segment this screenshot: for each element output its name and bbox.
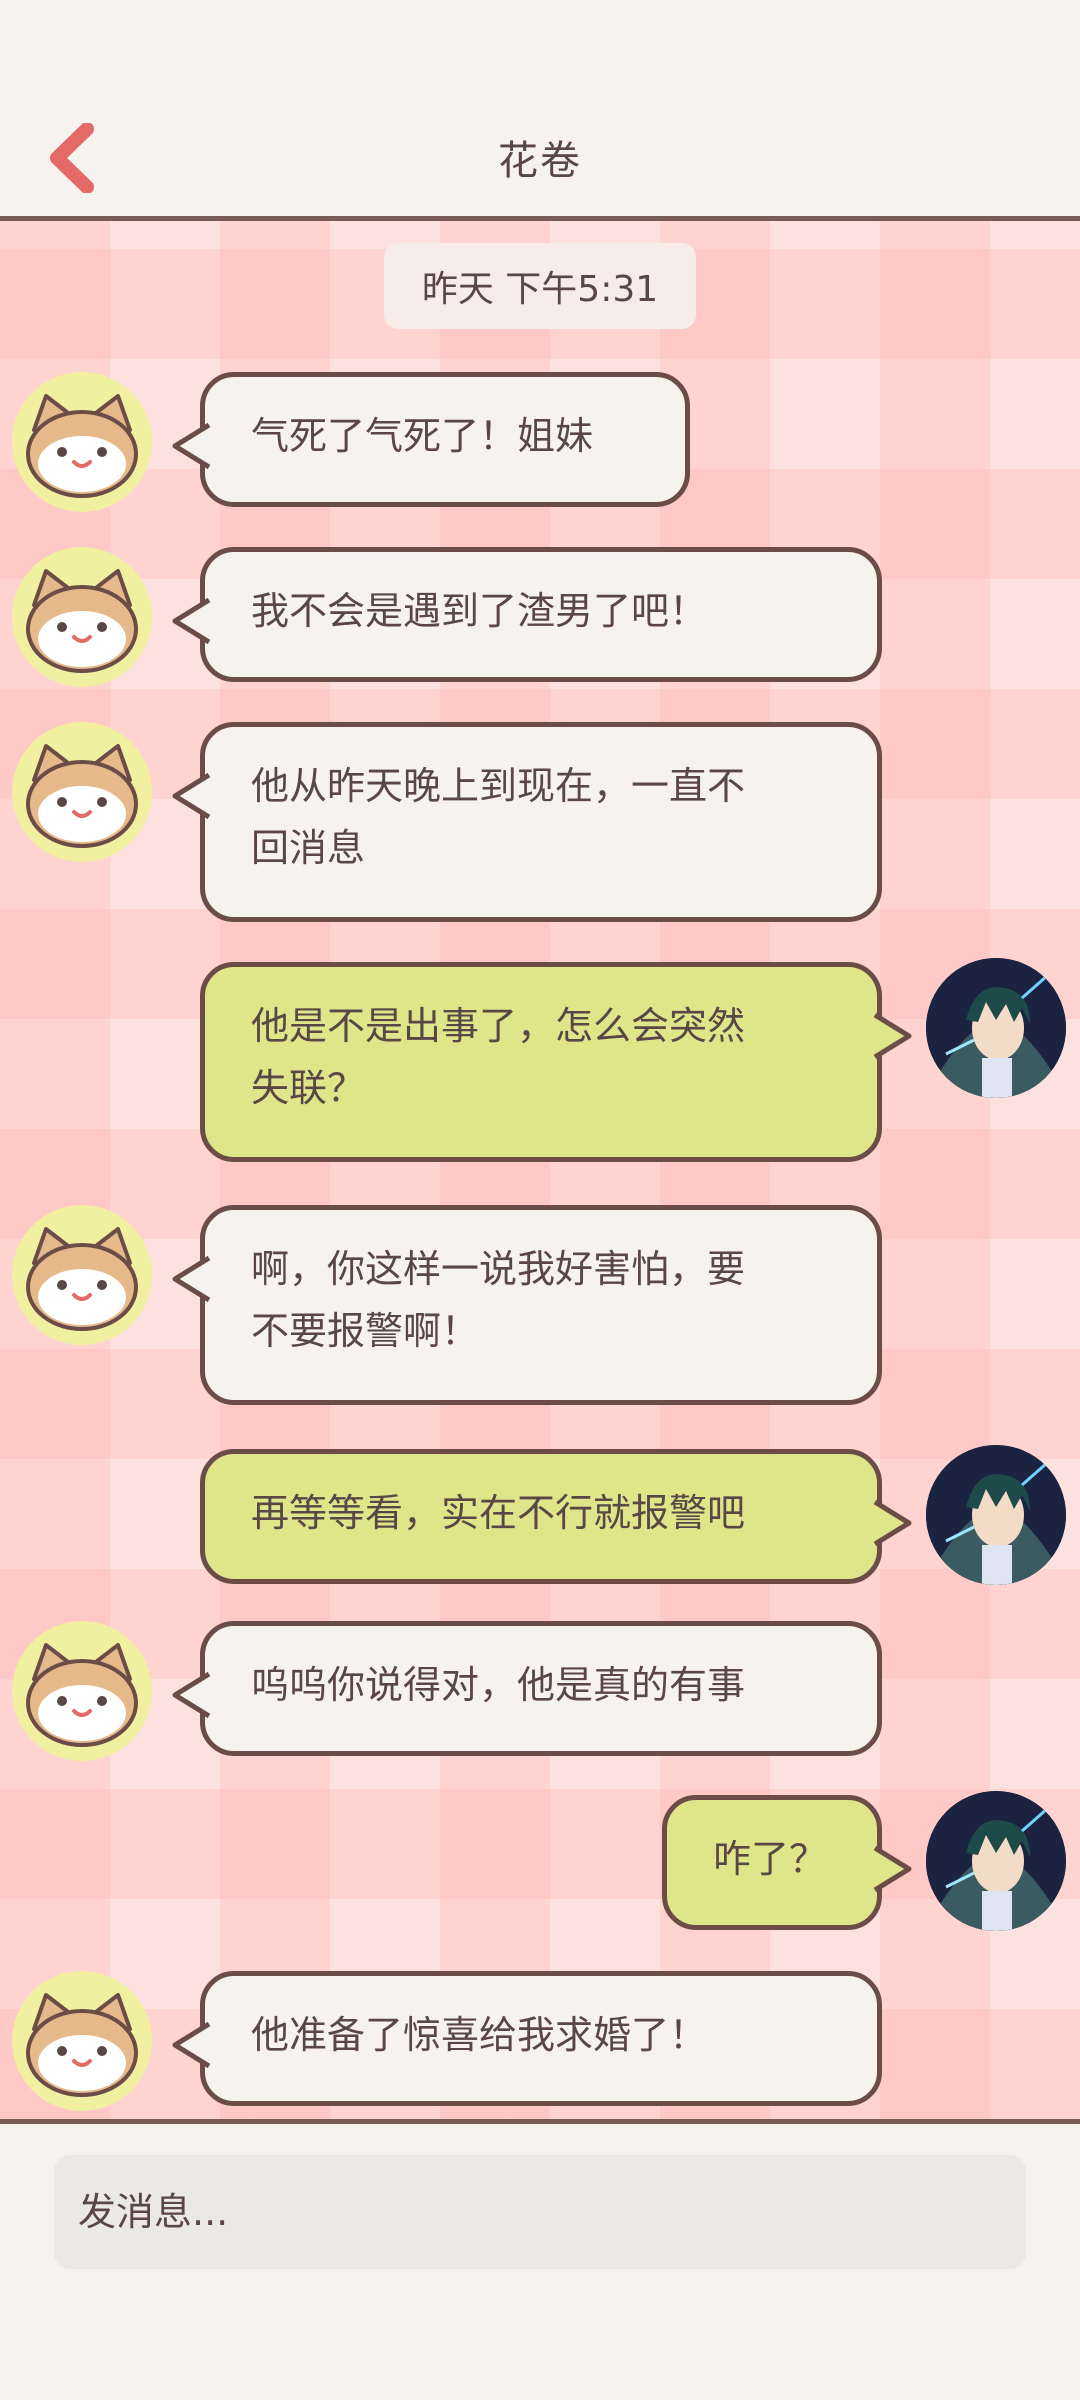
message-bubble[interactable]: 他从昨天晚上到现在，一直不 回消息 bbox=[172, 722, 882, 922]
cat-face-icon bbox=[26, 1993, 138, 2097]
bubble-tail bbox=[172, 422, 211, 470]
bubble-tail bbox=[172, 2021, 211, 2069]
character-portrait-icon bbox=[926, 958, 1066, 1098]
message-bubble[interactable]: 他准备了惊喜给我求婚了！ bbox=[172, 1971, 882, 2106]
message-text: 再等等看，实在不行就报警吧 bbox=[251, 1491, 746, 1535]
cat-face-icon bbox=[26, 394, 138, 498]
chat-title: 花卷 bbox=[498, 138, 582, 184]
cat-face-icon bbox=[26, 744, 138, 848]
message-bubble[interactable]: 气死了气死了！姐妹 bbox=[172, 372, 690, 507]
avatar[interactable] bbox=[12, 1205, 152, 1345]
message-bubble[interactable]: 啊，你这样一说我好害怕，要 不要报警啊！ bbox=[172, 1205, 882, 1405]
bubble-tail bbox=[172, 1671, 211, 1719]
avatar[interactable] bbox=[12, 1621, 152, 1761]
message-bubble[interactable]: 呜呜你说得对，他是真的有事 bbox=[172, 1621, 882, 1756]
avatar[interactable] bbox=[12, 1971, 152, 2111]
user-avatar[interactable] bbox=[926, 1445, 1066, 1585]
user-avatar[interactable] bbox=[926, 958, 1066, 1098]
bubble-tail bbox=[172, 597, 211, 645]
message-text: 呜呜你说得对，他是真的有事 bbox=[251, 1663, 746, 1707]
message-text: 我不会是遇到了渣男了吧！ bbox=[251, 589, 708, 633]
avatar[interactable] bbox=[12, 722, 152, 862]
bubble-tail bbox=[873, 1499, 912, 1547]
avatar[interactable] bbox=[12, 372, 152, 512]
message-bubble[interactable]: 我不会是遇到了渣男了吧！ bbox=[172, 547, 882, 682]
message-input[interactable] bbox=[54, 2155, 1026, 2269]
user-avatar[interactable] bbox=[926, 1791, 1066, 1931]
message-text-line: 失联？ bbox=[251, 1066, 366, 1110]
message-bubble[interactable]: 再等等看，实在不行就报警吧 bbox=[200, 1449, 912, 1584]
message-text-line: 不要报警啊！ bbox=[251, 1309, 480, 1353]
bubble-tail bbox=[172, 772, 211, 820]
avatar[interactable] bbox=[12, 547, 152, 687]
character-portrait-icon bbox=[926, 1791, 1066, 1931]
message-list[interactable]: 昨天 下午5:31 气死了气死了！姐妹 我不会是遇到了渣男了吧！ 他从昨天晚上到… bbox=[0, 221, 1080, 2119]
bubble-tail bbox=[172, 1255, 211, 1303]
message-text-line: 啊，你这样一说我好害怕，要 bbox=[251, 1247, 746, 1291]
message-bubble[interactable]: 他是不是出事了，怎么会突然 失联？ bbox=[200, 962, 912, 1162]
message-text-line: 回消息 bbox=[251, 826, 366, 870]
top-bar: 花卷 bbox=[0, 0, 1080, 218]
bubble-tail bbox=[873, 1845, 912, 1893]
timestamp-badge: 昨天 下午5:31 bbox=[384, 243, 696, 329]
message-text: 气死了气死了！姐妹 bbox=[251, 414, 594, 458]
message-text-line: 他从昨天晚上到现在，一直不 bbox=[251, 764, 746, 808]
message-bubble[interactable]: 咋了？ bbox=[662, 1795, 912, 1930]
cat-face-icon bbox=[26, 1227, 138, 1331]
composer-bar bbox=[0, 2124, 1080, 2400]
message-text: 咋了？ bbox=[713, 1837, 828, 1881]
message-text: 他准备了惊喜给我求婚了！ bbox=[251, 2013, 708, 2057]
bubble-tail bbox=[873, 1012, 912, 1060]
cat-face-icon bbox=[26, 1643, 138, 1747]
message-text-line: 他是不是出事了，怎么会突然 bbox=[251, 1004, 746, 1048]
character-portrait-icon bbox=[926, 1445, 1066, 1585]
cat-face-icon bbox=[26, 569, 138, 673]
